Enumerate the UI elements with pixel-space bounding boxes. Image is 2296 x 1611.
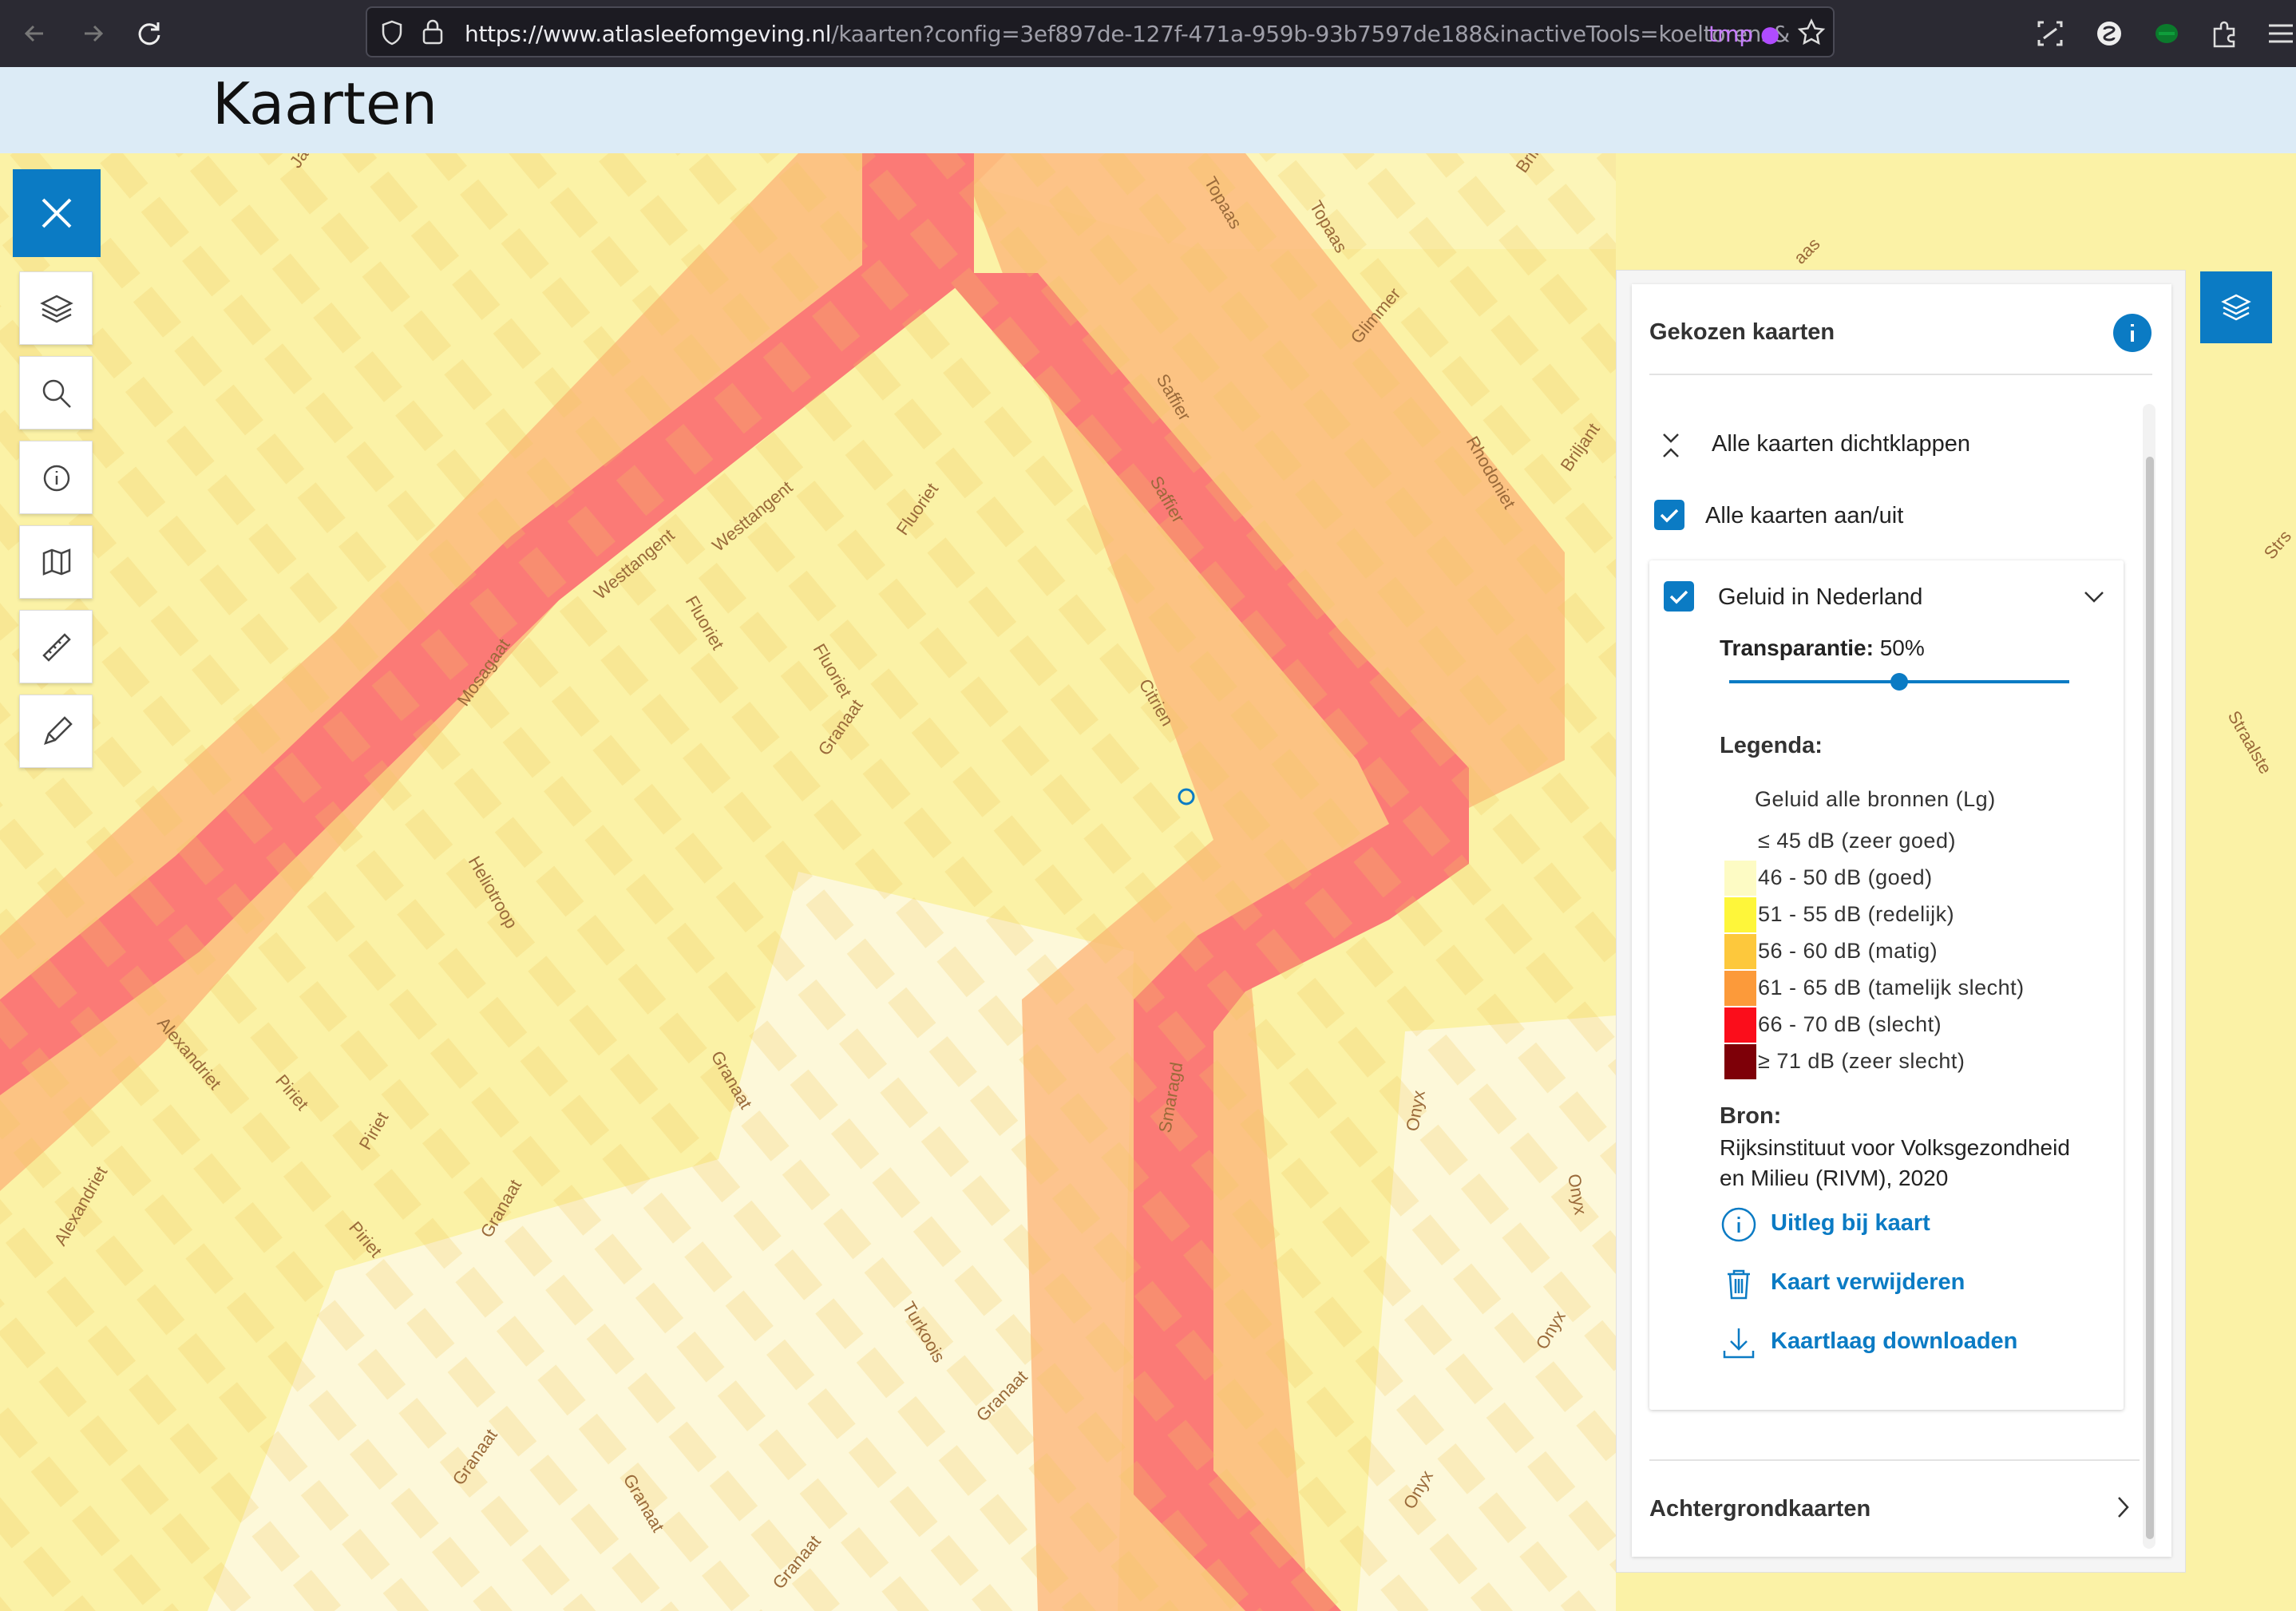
pencil-icon xyxy=(44,716,73,745)
map-book-tool-button[interactable] xyxy=(19,525,93,599)
legend-label-text: 56 - 60 dB (matig) xyxy=(1758,939,1938,963)
layer-card: Geluid in Nederland Transparantie: 50% L… xyxy=(1649,560,2124,1410)
shield-icon[interactable] xyxy=(378,19,406,46)
legend-item: 66 - 70 dB (slecht) xyxy=(1724,1007,2044,1043)
back-arrow-icon[interactable] xyxy=(16,14,54,53)
legend-label-text: 51 - 55 dB (redelijk) xyxy=(1758,902,1955,926)
extensions-puzzle-icon[interactable] xyxy=(2208,18,2240,49)
legend-item: 61 - 65 dB (tamelijk slecht) xyxy=(1724,971,2044,1006)
browser-toolbar: https://www.atlasleefomgeving.nl/kaarten… xyxy=(0,0,2296,67)
layer-visibility-checkbox[interactable] xyxy=(1664,581,1694,612)
menu-icon[interactable] xyxy=(2264,18,2296,49)
close-icon xyxy=(42,198,72,228)
scrollbar-thumb[interactable] xyxy=(2146,457,2154,1539)
toggle-all-checkbox[interactable] xyxy=(1654,500,1684,530)
legend-swatch xyxy=(1724,971,1756,1006)
layer-name[interactable]: Geluid in Nederland xyxy=(1718,584,1922,611)
forward-arrow-icon[interactable] xyxy=(73,14,112,53)
trash-icon[interactable] xyxy=(1720,1265,1758,1303)
source-line-1: Rijksinstituut voor Volksgezondheid xyxy=(1720,1135,2070,1160)
privacy-extension-icon[interactable] xyxy=(2093,18,2125,49)
transparency-label: Transparantie: xyxy=(1720,635,1874,660)
map-book-icon xyxy=(42,548,71,576)
page-title: Kaarten xyxy=(212,70,437,137)
address-bar[interactable]: https://www.atlasleefomgeving.nl/kaarten… xyxy=(366,6,1835,57)
url-text[interactable]: https://www.atlasleefomgeving.nl/kaarten… xyxy=(465,21,1790,47)
layers-tool-button[interactable] xyxy=(19,271,93,345)
legend-item: 56 - 60 dB (matig) xyxy=(1724,934,2044,969)
legend-label-text: 61 - 65 dB (tamelijk slecht) xyxy=(1758,976,2025,999)
checkmark-icon xyxy=(1669,590,1688,604)
layers-stack-icon xyxy=(2221,294,2251,321)
close-sidebar-button[interactable] xyxy=(13,169,101,257)
measure-tool-button[interactable] xyxy=(19,610,93,683)
download-layer-link[interactable]: Kaartlaag downloaden xyxy=(1771,1328,2017,1355)
legend-swatch xyxy=(1724,1007,1756,1043)
toggle-all-label[interactable]: Alle kaarten aan/uit xyxy=(1705,503,1903,529)
layers-icon xyxy=(40,295,73,323)
legend-item: 46 - 50 dB (goed) xyxy=(1724,861,2044,896)
checkmark-icon xyxy=(1660,509,1679,523)
collapse-all-button[interactable]: Alle kaarten dichtklappen xyxy=(1712,431,1970,457)
explain-map-link[interactable]: Uitleg bij kaart xyxy=(1771,1210,1930,1237)
panel-title: Gekozen kaarten xyxy=(1649,319,1835,345)
background-maps-button[interactable]: Achtergrondkaarten xyxy=(1649,1496,1870,1522)
chosen-maps-panel: Gekozen kaarten Alle kaarten dichtklappe… xyxy=(1632,284,2171,1557)
divider xyxy=(1649,374,2152,375)
info-circle-icon[interactable] xyxy=(1720,1205,1758,1244)
legend-item: 51 - 55 dB (redelijk) xyxy=(1724,897,2044,932)
draw-tool-button[interactable] xyxy=(19,695,93,768)
info-tool-button[interactable] xyxy=(19,441,93,514)
legend-swatch xyxy=(1724,1044,1756,1079)
legend-label-text: ≥ 71 dB (zeer slecht) xyxy=(1758,1049,1965,1073)
chevron-down-icon[interactable] xyxy=(2082,588,2106,607)
bookmark-star-icon[interactable] xyxy=(1796,18,1827,48)
legend-label-text: 46 - 50 dB (goed) xyxy=(1758,865,1933,889)
divider xyxy=(1649,1459,2140,1461)
legend-label-text: 66 - 70 dB (slecht) xyxy=(1758,1012,1942,1036)
transparency-slider-thumb[interactable] xyxy=(1890,673,1908,691)
download-icon[interactable] xyxy=(1720,1324,1758,1362)
source-label: Bron: xyxy=(1720,1103,1782,1129)
source-line-2: en Milieu (RIVM), 2020 xyxy=(1720,1166,1949,1190)
ruler-icon xyxy=(42,633,71,662)
legend-title: Geluid alle bronnen (Lg) xyxy=(1755,787,1996,811)
remove-map-link[interactable]: Kaart verwijderen xyxy=(1771,1269,1965,1296)
legend-label: Legenda: xyxy=(1720,733,1823,758)
chevron-right-icon[interactable] xyxy=(2114,1494,2133,1520)
search-icon xyxy=(42,379,71,408)
legend-item: ≥ 71 dB (zeer slecht) xyxy=(1724,1044,2044,1079)
legend-item: ≤ 45 dB (zeer goed) xyxy=(1724,824,2044,859)
tab-group-label[interactable]: tmp ● xyxy=(1708,21,1779,47)
legend-swatch xyxy=(1724,861,1756,896)
legend-swatch xyxy=(1724,824,1756,859)
collapse-all-icon[interactable] xyxy=(1659,431,1683,460)
chosen-maps-toggle-button[interactable] xyxy=(2200,271,2272,343)
green-extension-icon[interactable] xyxy=(2151,18,2183,49)
info-icon xyxy=(43,465,70,492)
screenshot-extension-icon[interactable] xyxy=(2034,18,2066,49)
transparency-value: 50% xyxy=(1879,635,1925,660)
legend-swatch xyxy=(1724,897,1756,932)
transparency-row: Transparantie: 50% xyxy=(1720,635,1925,661)
reload-icon[interactable] xyxy=(131,14,169,53)
search-tool-button[interactable] xyxy=(19,356,93,429)
lock-icon[interactable] xyxy=(420,18,445,46)
panel-info-icon[interactable] xyxy=(2112,313,2152,353)
legend-label-text: ≤ 45 dB (zeer goed) xyxy=(1758,829,1956,853)
legend-swatch xyxy=(1724,934,1756,969)
